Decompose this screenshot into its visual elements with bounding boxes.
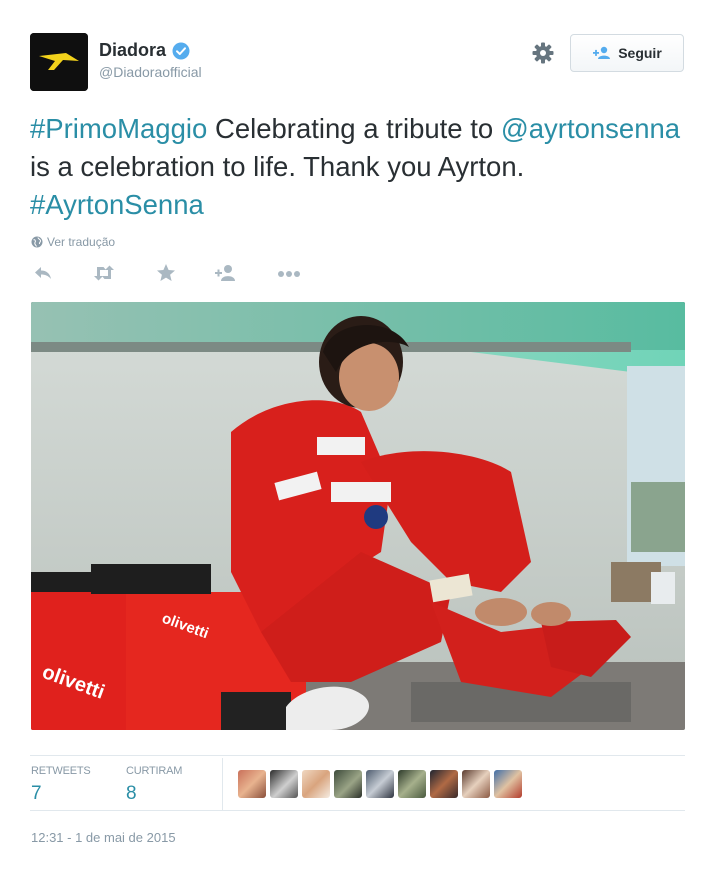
liker-avatar[interactable] <box>398 770 426 798</box>
tweet-text-part: is a celebration to life. Thank you Ayrt… <box>30 151 525 182</box>
avatar[interactable] <box>30 33 88 91</box>
tweet-text-part: Celebrating a tribute to <box>207 113 501 144</box>
retweets-count: 7 <box>31 783 42 804</box>
more-icon[interactable] <box>276 262 302 284</box>
follow-button-label: Seguir <box>618 45 662 61</box>
liker-avatar[interactable] <box>430 770 458 798</box>
divider-top <box>30 755 685 756</box>
liker-avatar[interactable] <box>462 770 490 798</box>
translate-link[interactable]: Ver tradução <box>31 235 115 249</box>
likers-avatars <box>238 770 522 798</box>
follow-button[interactable]: Seguir <box>570 34 684 72</box>
hashtag-ayrtonsenna[interactable]: #AyrtonSenna <box>30 189 204 220</box>
diadora-logo-icon <box>30 33 88 91</box>
author-handle[interactable]: @Diadoraofficial <box>99 64 202 80</box>
retweets-stat[interactable]: RETWEETS 7 <box>31 765 91 805</box>
author-name[interactable]: Diadora <box>99 40 166 61</box>
divider-bottom <box>30 810 685 811</box>
liker-avatar[interactable] <box>494 770 522 798</box>
retweet-icon[interactable] <box>92 262 116 284</box>
likes-count: 8 <box>126 783 137 804</box>
stats-separator <box>222 758 223 810</box>
likes-label: CURTIRAM <box>126 765 183 777</box>
liker-avatar[interactable] <box>270 770 298 798</box>
tweet-text: #PrimoMaggio Celebrating a tribute to @a… <box>30 110 700 224</box>
reply-icon[interactable] <box>32 262 56 284</box>
liker-avatar[interactable] <box>334 770 362 798</box>
liker-avatar[interactable] <box>302 770 330 798</box>
follow-icon[interactable] <box>214 262 238 284</box>
liker-avatar[interactable] <box>238 770 266 798</box>
liker-avatar[interactable] <box>366 770 394 798</box>
retweets-label: RETWEETS <box>31 765 91 777</box>
author-info[interactable]: Diadora @Diadoraofficial <box>99 40 202 80</box>
favorite-icon[interactable] <box>155 262 179 284</box>
tweet-photo[interactable]: olivetti olivetti <box>31 302 685 730</box>
follow-user-icon <box>593 46 611 59</box>
likes-stat[interactable]: CURTIRAM 8 <box>126 765 182 805</box>
tweet-timestamp[interactable]: 12:31 - 1 de mai de 2015 <box>31 830 176 845</box>
photo-image: olivetti olivetti <box>31 302 685 730</box>
verified-badge-icon <box>172 42 190 60</box>
globe-icon <box>31 236 43 248</box>
gear-icon[interactable] <box>531 41 555 65</box>
hashtag-primomaggio[interactable]: #PrimoMaggio <box>30 113 207 144</box>
mention-ayrtonsenna[interactable]: @ayrtonsenna <box>501 113 680 144</box>
translate-label: Ver tradução <box>47 235 116 249</box>
